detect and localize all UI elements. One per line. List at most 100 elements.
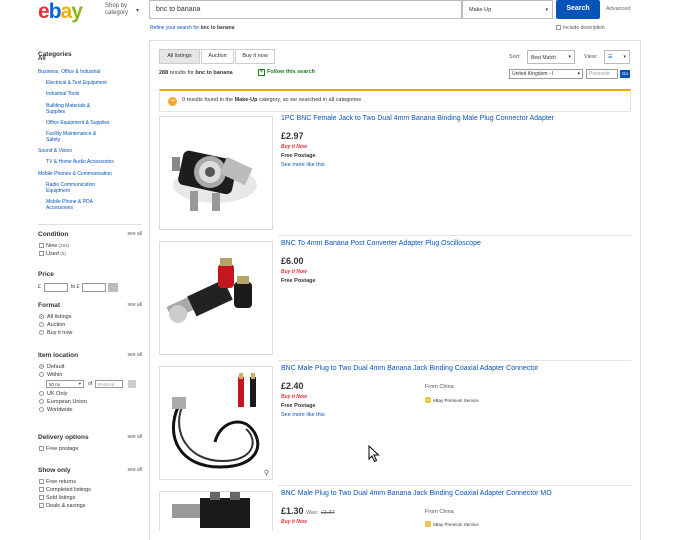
item-image[interactable] <box>159 241 273 355</box>
radio[interactable] <box>39 391 44 396</box>
ebay-logo[interactable]: ebay <box>38 0 100 23</box>
show-completed[interactable]: Completed listings <box>38 486 142 494</box>
format-all-listings[interactable]: All listings <box>38 313 142 321</box>
condition-see-all[interactable]: see all <box>128 231 142 237</box>
location-within[interactable]: Within <box>38 371 142 379</box>
item-title-link[interactable]: BNC Male Plug to Two Dual 4mm Banana Jac… <box>281 490 552 497</box>
item-title-link[interactable]: BNC Male Plug to Two Dual 4mm Banana Jac… <box>281 365 538 372</box>
radio[interactable] <box>39 314 44 319</box>
item-title-link[interactable]: BNC To 4mm Banana Post Converter Adapter… <box>281 240 481 247</box>
buy-it-now-text: Buy it Now <box>281 394 307 400</box>
follow-search-button[interactable]: + Follow this search <box>258 69 315 76</box>
checkbox[interactable] <box>39 495 44 500</box>
show-free-returns[interactable]: Free returns <box>38 478 142 486</box>
item-location-see-all[interactable]: see all <box>128 352 142 358</box>
chevron-down-icon: ▾ <box>78 381 81 386</box>
within-distance-value: 50 mi <box>49 382 61 387</box>
see-more-link[interactable]: See more like this <box>281 162 325 168</box>
radio[interactable] <box>39 322 44 327</box>
category-link[interactable]: Business, Office & Industrial <box>38 69 142 75</box>
condition-new[interactable]: New (283) <box>38 242 142 250</box>
category-link[interactable]: Mobile Phones & Communication <box>38 171 142 177</box>
postcode-input[interactable]: Postcode <box>586 69 618 79</box>
category-link[interactable]: Radio Communication Equipment <box>38 182 108 194</box>
buy-it-now-badge: Buy it Now <box>281 269 307 275</box>
within-submit-icon[interactable] <box>128 380 136 388</box>
price-submit-icon[interactable]: › <box>108 283 118 292</box>
show-only-see-all[interactable]: see all <box>128 467 142 473</box>
location-eu[interactable]: European Union <box>38 398 142 406</box>
item-image[interactable] <box>159 116 273 230</box>
advanced-search-link[interactable]: Advanced <box>606 6 630 12</box>
checkbox[interactable] <box>39 446 44 451</box>
sort-dropdown[interactable]: Best Match ▾ <box>527 50 575 64</box>
category-notice: ➜ 0 results found in the Make-Up categor… <box>159 89 631 112</box>
checkbox[interactable] <box>39 243 44 248</box>
location-worldwide[interactable]: Worldwide <box>38 406 142 414</box>
view-dropdown[interactable]: ☰ ▾ <box>604 50 630 64</box>
checkbox[interactable] <box>556 25 561 30</box>
within-of-label: of <box>88 381 93 387</box>
location-default-label: Default <box>47 364 65 370</box>
show-deals[interactable]: Deals & savings <box>38 502 142 510</box>
price-filter: Price £ to £ › <box>38 271 142 292</box>
delivery-filter: Delivery options see all Free postage <box>38 434 142 453</box>
search-input[interactable]: bnc to banana <box>149 0 462 19</box>
country-value: United Kingdom - I <box>512 71 554 77</box>
location-uk-only[interactable]: UK Only <box>38 390 142 398</box>
condition-filter: Condition see all New (283) Used (5) <box>38 231 142 258</box>
show-sold[interactable]: Sold listings <box>38 494 142 502</box>
location-default[interactable]: Default <box>38 363 142 371</box>
within-postcode-input[interactable]: Postcod <box>95 380 123 388</box>
delivery-free-postage[interactable]: Free postage <box>38 445 142 453</box>
country-select[interactable]: United Kingdom - I ▾ <box>509 69 583 79</box>
radio[interactable] <box>39 372 44 377</box>
category-link[interactable]: Mobile Phone & PDA Accessories <box>38 199 108 211</box>
checkbox[interactable] <box>39 479 44 484</box>
condition-used[interactable]: Used (5) <box>38 250 142 258</box>
radio[interactable] <box>39 330 44 335</box>
search-button[interactable]: Search <box>556 0 600 19</box>
within-distance-select[interactable]: 50 mi ▾ <box>46 380 84 388</box>
price-max-input[interactable] <box>82 283 106 292</box>
item-title-link[interactable]: 1PC BNC Female Jack to Two Dual 4mm Bana… <box>281 115 554 122</box>
radio[interactable] <box>39 399 44 404</box>
bnc-adapter-image <box>160 492 272 531</box>
radio[interactable] <box>39 407 44 412</box>
tab-all-listings[interactable]: All listings <box>159 49 200 64</box>
delivery-see-all[interactable]: see all <box>128 434 142 440</box>
within-row: 50 mi ▾ of Postcod <box>38 379 142 390</box>
price-min-input[interactable] <box>44 283 68 292</box>
category-link[interactable]: Electrical & Test Equipment <box>38 80 142 86</box>
item-location-filter: Item location see all Default Within 50 … <box>38 352 142 414</box>
radio[interactable] <box>39 364 44 369</box>
item-image[interactable] <box>159 491 273 531</box>
tab-auction[interactable]: Auction <box>201 49 234 64</box>
category-link[interactable]: Sound & Vision <box>38 148 142 154</box>
bnc-adapter-black-image <box>160 117 272 229</box>
checkbox[interactable] <box>39 503 44 508</box>
refine-link[interactable]: Refine your search for <box>150 25 199 31</box>
tab-buy-it-now[interactable]: Buy it now <box>235 49 275 64</box>
category-select[interactable]: Make-Up ▾ <box>462 0 553 19</box>
see-more-link[interactable]: See more like this <box>281 412 325 418</box>
format-buy-it-now[interactable]: Buy it now <box>38 329 142 337</box>
category-all[interactable]: All <box>38 56 46 62</box>
show-sold-label: Sold listings <box>46 495 76 501</box>
format-auction[interactable]: Auction <box>38 321 142 329</box>
category-link[interactable]: TV & Home Audio Accessories <box>38 159 142 165</box>
category-link[interactable]: Industrial Tools <box>38 91 142 97</box>
premium-service-label: eBay Premium Service <box>433 522 479 527</box>
refine-query: bnc to banana <box>200 25 235 31</box>
checkbox[interactable] <box>39 251 44 256</box>
zoom-icon[interactable]: ⚲ <box>264 469 269 477</box>
include-description-option[interactable]: Include description <box>556 25 605 31</box>
format-see-all[interactable]: see all <box>128 302 142 308</box>
category-link[interactable]: Facility Maintenance & Safety <box>38 131 108 143</box>
go-button[interactable]: Go <box>620 70 630 78</box>
category-link[interactable]: Office Equipment & Supplies <box>38 120 142 126</box>
checkbox[interactable] <box>39 487 44 492</box>
bnc-adapter-red-black-image <box>160 242 272 354</box>
item-image[interactable]: ⚲ <box>159 366 273 480</box>
category-link[interactable]: Building Materials & Supplies <box>38 103 108 115</box>
